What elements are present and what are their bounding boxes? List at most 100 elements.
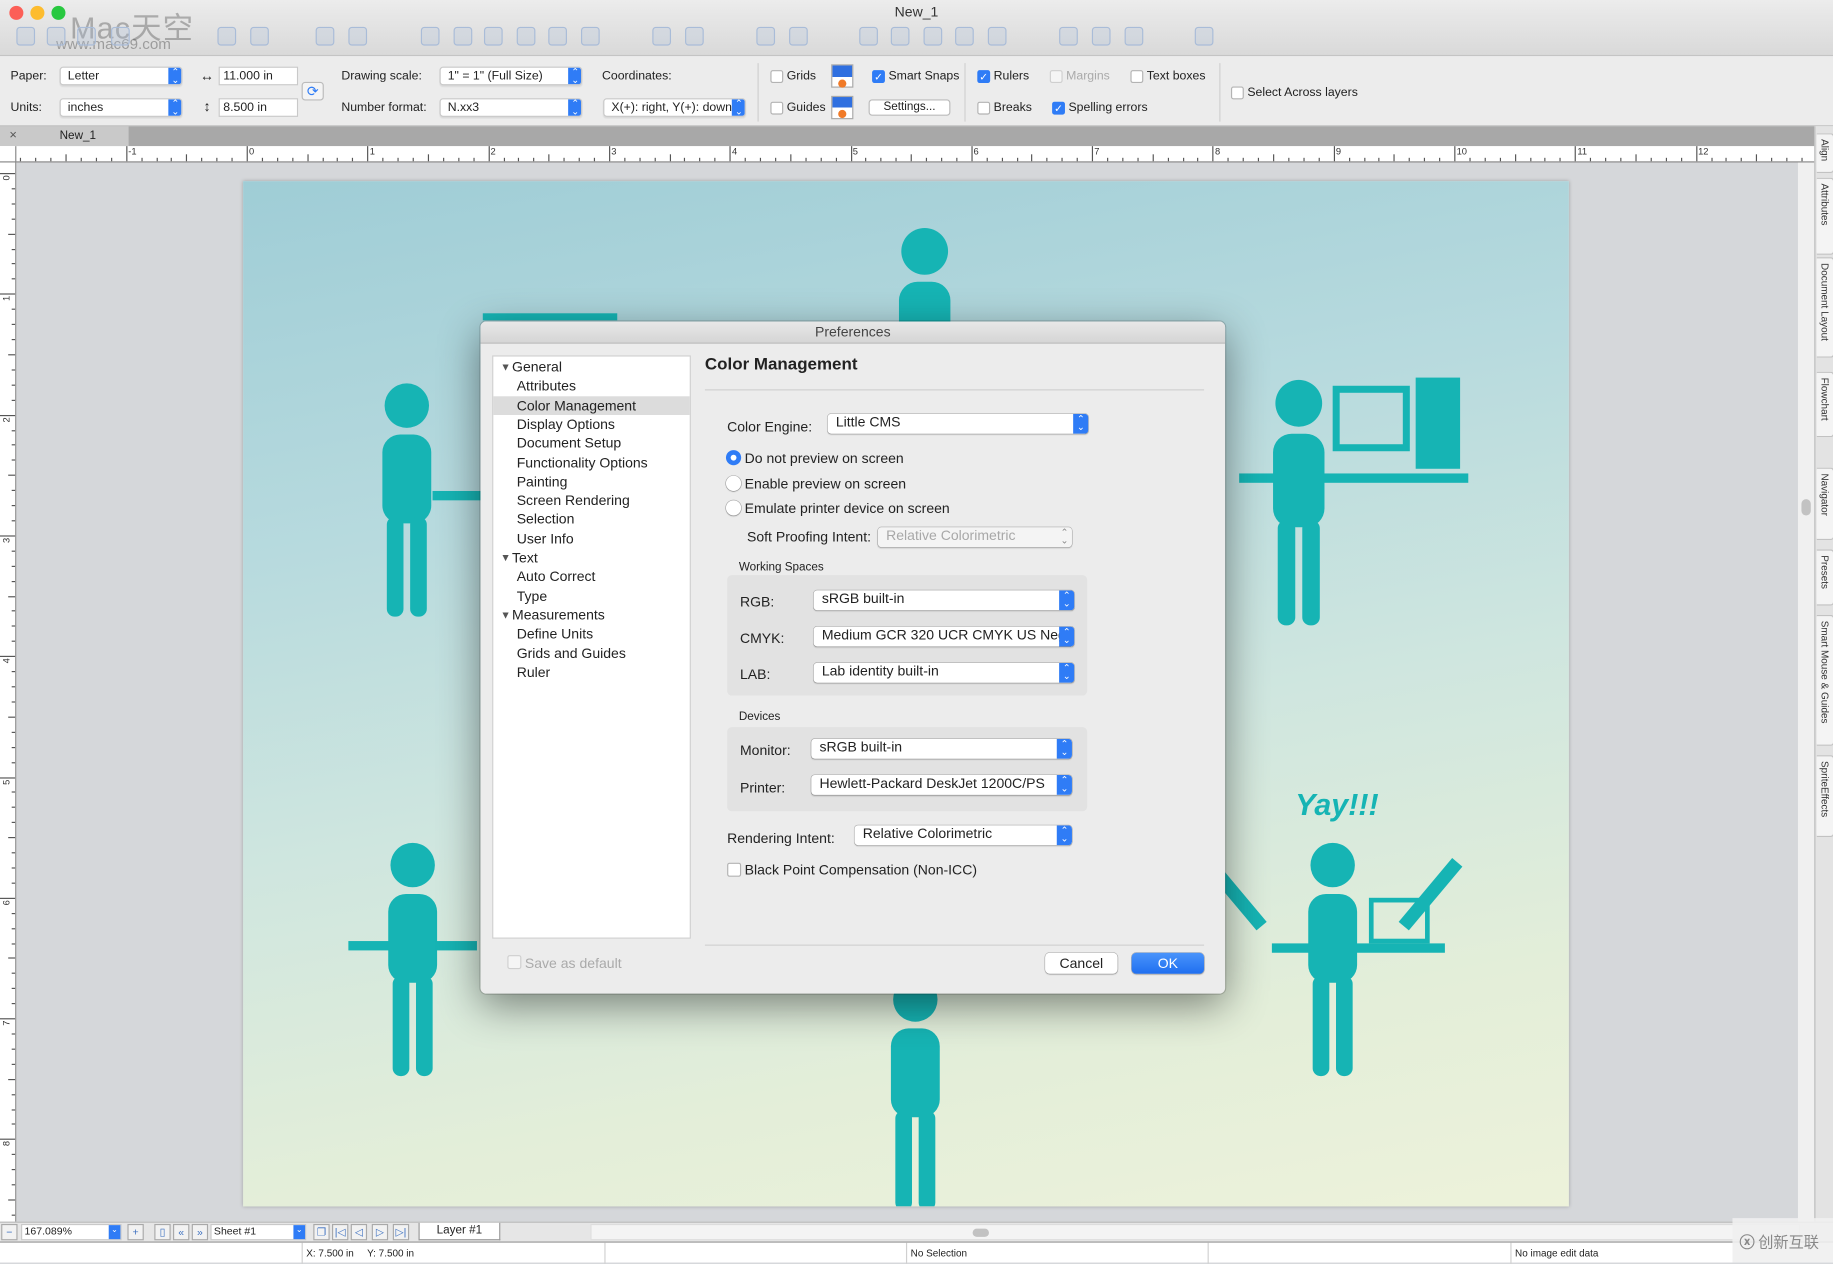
document-tab[interactable]: × New_1 bbox=[0, 126, 129, 147]
close-tab-icon[interactable]: × bbox=[9, 129, 17, 143]
tree-item[interactable]: Attributes bbox=[493, 377, 689, 396]
unlock-icon[interactable] bbox=[789, 26, 808, 46]
vertical-scroll-thumb[interactable] bbox=[1801, 499, 1811, 516]
layers-icon[interactable]: ❐ bbox=[313, 1223, 330, 1241]
lock-icon[interactable] bbox=[756, 26, 776, 46]
save-icon[interactable] bbox=[77, 26, 96, 46]
next-layer-icon[interactable]: ▷ bbox=[371, 1223, 389, 1241]
units-select[interactable]: inches ⌃ ⌄ bbox=[59, 98, 183, 117]
vertical-scrollbar[interactable] bbox=[1797, 162, 1815, 1222]
next-sheet-icon[interactable]: » bbox=[191, 1223, 209, 1241]
page-icon[interactable]: ▯ bbox=[154, 1223, 171, 1241]
disclosure-triangle-icon[interactable]: ▼ bbox=[500, 605, 510, 624]
zoom-in-icon[interactable]: + bbox=[127, 1223, 144, 1241]
tree-item[interactable]: Functionality Options bbox=[493, 453, 689, 472]
dock-tab[interactable]: Align bbox=[1816, 133, 1833, 174]
dock-tab[interactable]: Flowchart bbox=[1816, 371, 1833, 438]
select-across-layers-checkbox[interactable] bbox=[1230, 86, 1244, 100]
print-icon[interactable] bbox=[111, 26, 130, 46]
lab-select[interactable]: Lab identity built-in ⌃ ⌄ bbox=[813, 662, 1075, 683]
first-layer-icon[interactable]: |◁ bbox=[331, 1223, 349, 1241]
zoom-out-icon[interactable]: − bbox=[1, 1223, 18, 1241]
tree-item[interactable]: Painting bbox=[493, 472, 689, 491]
dock-tab[interactable]: Navigator bbox=[1816, 467, 1833, 541]
dock-tab[interactable]: Presets bbox=[1816, 549, 1833, 606]
previous-layer-icon[interactable]: ◁ bbox=[350, 1223, 368, 1241]
rulers-checkbox[interactable]: ✓ bbox=[977, 70, 991, 83]
color-engine-select[interactable]: Little CMS ⌃ ⌄ bbox=[827, 413, 1089, 434]
tree-item[interactable]: Screen Rendering bbox=[493, 491, 689, 510]
grids-checkbox[interactable] bbox=[770, 70, 784, 83]
pen-icon[interactable] bbox=[859, 26, 878, 46]
margins-checkbox[interactable] bbox=[1049, 70, 1063, 83]
sheet-select[interactable]: Sheet #1 ⌄ bbox=[210, 1223, 307, 1241]
radio-no-preview[interactable] bbox=[725, 450, 742, 466]
tree-item[interactable]: Display Options bbox=[493, 415, 689, 434]
monitor-icon[interactable] bbox=[1091, 26, 1111, 46]
radio-enable-preview[interactable] bbox=[725, 475, 742, 491]
width-field[interactable]: 11.000 in bbox=[218, 66, 299, 86]
dock-tab[interactable]: Document Layout bbox=[1816, 257, 1833, 358]
grid-icon[interactable] bbox=[652, 26, 672, 46]
cancel-button[interactable]: Cancel bbox=[1045, 952, 1118, 974]
ruler-icon[interactable] bbox=[890, 26, 910, 46]
save-default-checkbox[interactable] bbox=[507, 955, 522, 970]
rotate-orientation-icon[interactable]: ⟳ bbox=[301, 81, 324, 101]
horizontal-scrollbar[interactable] bbox=[590, 1223, 1801, 1241]
help-icon[interactable] bbox=[1194, 26, 1214, 46]
layer-down-icon[interactable] bbox=[453, 26, 473, 46]
zoom-field[interactable]: 167.089% ⌄ bbox=[21, 1223, 122, 1241]
tree-item[interactable]: User Info bbox=[493, 529, 689, 548]
settings-button[interactable]: Settings... bbox=[868, 99, 951, 116]
disclosure-triangle-icon[interactable]: ▼ bbox=[500, 548, 510, 567]
dock-tab[interactable]: Attributes bbox=[1816, 177, 1833, 255]
tree-item[interactable]: Selection bbox=[493, 510, 689, 529]
previous-sheet-icon[interactable]: « bbox=[173, 1223, 190, 1241]
bring-front-icon[interactable] bbox=[548, 26, 567, 46]
drawing-scale-select[interactable]: 1" = 1" (Full Size) ⌃ ⌄ bbox=[439, 66, 583, 86]
tree-item[interactable]: ▼ Measurements bbox=[493, 605, 689, 624]
send-backward-icon[interactable] bbox=[516, 26, 536, 46]
layer-tab[interactable]: Layer #1 bbox=[418, 1222, 501, 1241]
soft-proofing-select[interactable]: Relative Colorimetric ⌃ ⌄ bbox=[877, 527, 1072, 548]
tree-item[interactable]: Define Units bbox=[493, 624, 689, 643]
open-icon[interactable] bbox=[46, 26, 66, 46]
tree-item[interactable]: Auto Correct bbox=[493, 567, 689, 586]
tree-item[interactable]: Document Setup bbox=[493, 434, 689, 453]
flip-icon[interactable] bbox=[987, 26, 1007, 46]
magic-icon[interactable] bbox=[1124, 26, 1144, 46]
gear-icon[interactable] bbox=[923, 26, 943, 46]
tree-item[interactable]: Ruler bbox=[493, 663, 689, 682]
height-field[interactable]: 8.500 in bbox=[218, 98, 299, 117]
last-layer-icon[interactable]: ▷| bbox=[392, 1223, 410, 1241]
paste-icon[interactable] bbox=[250, 26, 269, 46]
rgb-select[interactable]: sRGB built-in ⌃ ⌄ bbox=[813, 590, 1075, 611]
tree-item[interactable]: ▼ General bbox=[493, 358, 689, 377]
radio-emulate-printer[interactable] bbox=[725, 500, 742, 516]
camera-icon[interactable] bbox=[955, 26, 974, 46]
bring-forward-icon[interactable] bbox=[483, 26, 503, 46]
spelling-errors-checkbox[interactable]: ✓ bbox=[1052, 101, 1065, 115]
tree-item[interactable]: ▼ Text bbox=[493, 548, 689, 567]
monitor-select[interactable]: sRGB built-in ⌃ ⌄ bbox=[811, 738, 1072, 759]
number-format-select[interactable]: N.xx3 ⌃ ⌄ bbox=[439, 98, 583, 117]
paper-select[interactable]: Letter ⌃ ⌄ bbox=[59, 66, 183, 86]
horizontal-scroll-thumb[interactable] bbox=[972, 1228, 989, 1237]
cmyk-select[interactable]: Medium GCR 320 UCR CMYK US Neg... ⌃ ⌄ bbox=[813, 626, 1075, 647]
layer-up-icon[interactable] bbox=[420, 26, 440, 46]
tree-item[interactable]: Color Management bbox=[493, 395, 690, 415]
breaks-checkbox[interactable] bbox=[977, 101, 991, 115]
send-back-icon[interactable] bbox=[580, 26, 600, 46]
grid-color-swatch[interactable] bbox=[831, 64, 854, 88]
coordinates-select[interactable]: X(+): right, Y(+): down ⌃ ⌄ bbox=[603, 98, 746, 117]
text-boxes-checkbox[interactable] bbox=[1130, 70, 1144, 83]
rendering-intent-select[interactable]: Relative Colorimetric ⌃ ⌄ bbox=[854, 825, 1072, 846]
undo-icon[interactable] bbox=[315, 26, 335, 46]
dock-tab[interactable]: SpriteEffects bbox=[1816, 755, 1833, 838]
table-icon[interactable] bbox=[685, 26, 704, 46]
copy-icon[interactable] bbox=[217, 26, 237, 46]
tree-item[interactable]: Grids and Guides bbox=[493, 644, 689, 663]
smart-snaps-checkbox[interactable]: ✓ bbox=[872, 70, 885, 83]
printer-select[interactable]: Hewlett-Packard DeskJet 1200C/PS ⌃ ⌄ bbox=[811, 775, 1072, 795]
guide-color-swatch[interactable] bbox=[831, 95, 854, 120]
